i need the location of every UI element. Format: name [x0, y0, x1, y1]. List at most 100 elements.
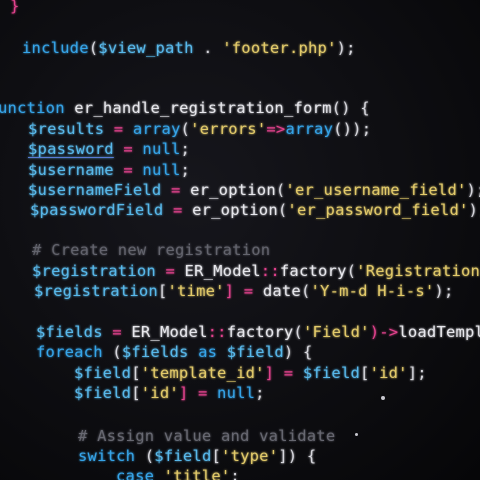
code-token: $registration: [32, 262, 156, 280]
code-token: );: [434, 282, 454, 300]
code-token: =: [163, 201, 193, 219]
code-token: 'time': [167, 282, 225, 300]
code-token: $passwordField: [30, 201, 164, 219]
code-token: 'Y-m-d H-i-s': [310, 282, 435, 300]
code-token: foreach: [36, 343, 103, 361]
code-token: er_handle_registration_form: [74, 99, 332, 117]
code-token: factory: [226, 323, 294, 341]
code-token: $view_path: [98, 39, 194, 57]
code-token: ;: [255, 384, 265, 402]
code-token: er_option: [190, 181, 276, 199]
code-token: $field: [74, 364, 132, 382]
code-line: $registration = ER_Model::factory('Regis…: [32, 261, 480, 281]
code-token: (: [88, 39, 99, 57]
code-line: $passwordField = er_option('er_password_…: [30, 200, 480, 220]
code-token: ] =: [178, 384, 218, 402]
code-token: $password: [28, 140, 114, 158]
code-token: 'id': [369, 364, 408, 382]
code-token: 'errors': [190, 120, 267, 138]
code-token: =: [155, 262, 185, 280]
code-token: 'er_password_field': [287, 201, 469, 219]
code-token: ER_Model: [184, 262, 261, 280]
code-token: ;: [180, 161, 191, 179]
code-token: =: [113, 140, 143, 158]
code-token: ];: [407, 364, 427, 382]
code-token: $registration: [34, 282, 158, 300]
code-token: (: [300, 282, 311, 300]
dust-speck: [355, 433, 358, 436]
code-token: switch: [78, 447, 136, 465]
code-line: $usernameField = er_option('er_username_…: [28, 180, 480, 200]
code-token: 'er_username_field': [285, 181, 467, 199]
code-token: include: [22, 39, 89, 57]
code-token: ::: [260, 262, 280, 280]
code-token: .: [193, 39, 223, 57]
code-token: null: [217, 384, 256, 402]
code-token: 'Registration': [356, 262, 480, 280]
code-token: (: [135, 447, 155, 465]
code-token: [: [131, 364, 141, 382]
code-token: (: [277, 201, 288, 219]
code-line: $registration['time'] = date('Y-m-d H-i-…: [34, 281, 454, 301]
code-token: $username: [28, 161, 114, 179]
code-line: unction er_handle_registration_form() {: [0, 98, 370, 118]
code-token: ;: [180, 140, 191, 158]
code-token: )->: [369, 323, 399, 341]
code-token: ::: [207, 323, 227, 341]
code-token: );: [468, 201, 480, 219]
code-editor[interactable]: } include($view_path . 'footer.php'); un…: [0, 0, 480, 480]
code-line: switch ($field['type']) {: [78, 446, 316, 466]
code-token: =: [113, 161, 143, 179]
code-token: $field: [302, 364, 361, 382]
dust-speck: [381, 396, 385, 400]
code-token: =: [104, 120, 133, 138]
code-token: =>: [266, 120, 286, 138]
code-token: ());: [333, 120, 372, 138]
code-token: ) {: [283, 343, 313, 361]
code-token: (: [346, 262, 357, 280]
code-token: [: [211, 447, 222, 465]
code-token: :: [230, 467, 240, 480]
code-line: $fields = ER_Model::factory('Field')->lo…: [36, 322, 480, 342]
code-token: [: [360, 364, 370, 382]
code-token: ] =: [224, 282, 263, 300]
code-token: 'template_id': [140, 364, 265, 382]
code-token: $field: [74, 384, 132, 402]
code-token: # Assign value and validate: [78, 427, 336, 445]
code-line: $username = null;: [28, 160, 190, 180]
code-token: 'footer.php': [222, 39, 337, 57]
code-token: ER_Model: [131, 323, 208, 341]
code-token: $fields: [36, 323, 103, 341]
code-token: (: [275, 181, 286, 199]
code-token: # Create new registration: [32, 241, 271, 259]
code-token: 'type': [221, 447, 279, 465]
code-token: loadTemplat: [398, 323, 480, 341]
code-token: (: [102, 343, 122, 361]
code-token: (: [180, 120, 191, 138]
code-token: null: [142, 140, 181, 158]
code-token: $results: [28, 120, 105, 138]
code-token: er_option: [192, 201, 278, 219]
code-token: 'id': [140, 384, 179, 402]
code-token: $field: [226, 343, 284, 361]
code-token: () {: [331, 99, 370, 117]
code-line: case 'title':: [116, 466, 240, 480]
code-line: include($view_path . 'footer.php');: [22, 38, 356, 58]
code-line: $password = null;: [28, 139, 190, 159]
code-token: $field: [154, 447, 212, 465]
code-line: }: [10, 0, 20, 16]
code-token: [: [131, 384, 141, 402]
code-token: (: [293, 323, 303, 341]
code-token: date: [262, 282, 301, 300]
code-line: $results = array('errors'=>array());: [28, 119, 371, 139]
code-token: =: [161, 181, 191, 199]
code-token: );: [466, 181, 480, 199]
code-token: 'Field': [302, 323, 370, 341]
code-line: foreach ($fields as $field) {: [36, 342, 313, 362]
code-token: array: [285, 120, 334, 138]
code-token: case: [116, 467, 164, 480]
code-token: $fields: [121, 343, 189, 361]
code-token: factory: [279, 262, 347, 280]
code-token: 'title': [163, 467, 231, 480]
code-token: null: [142, 161, 181, 179]
